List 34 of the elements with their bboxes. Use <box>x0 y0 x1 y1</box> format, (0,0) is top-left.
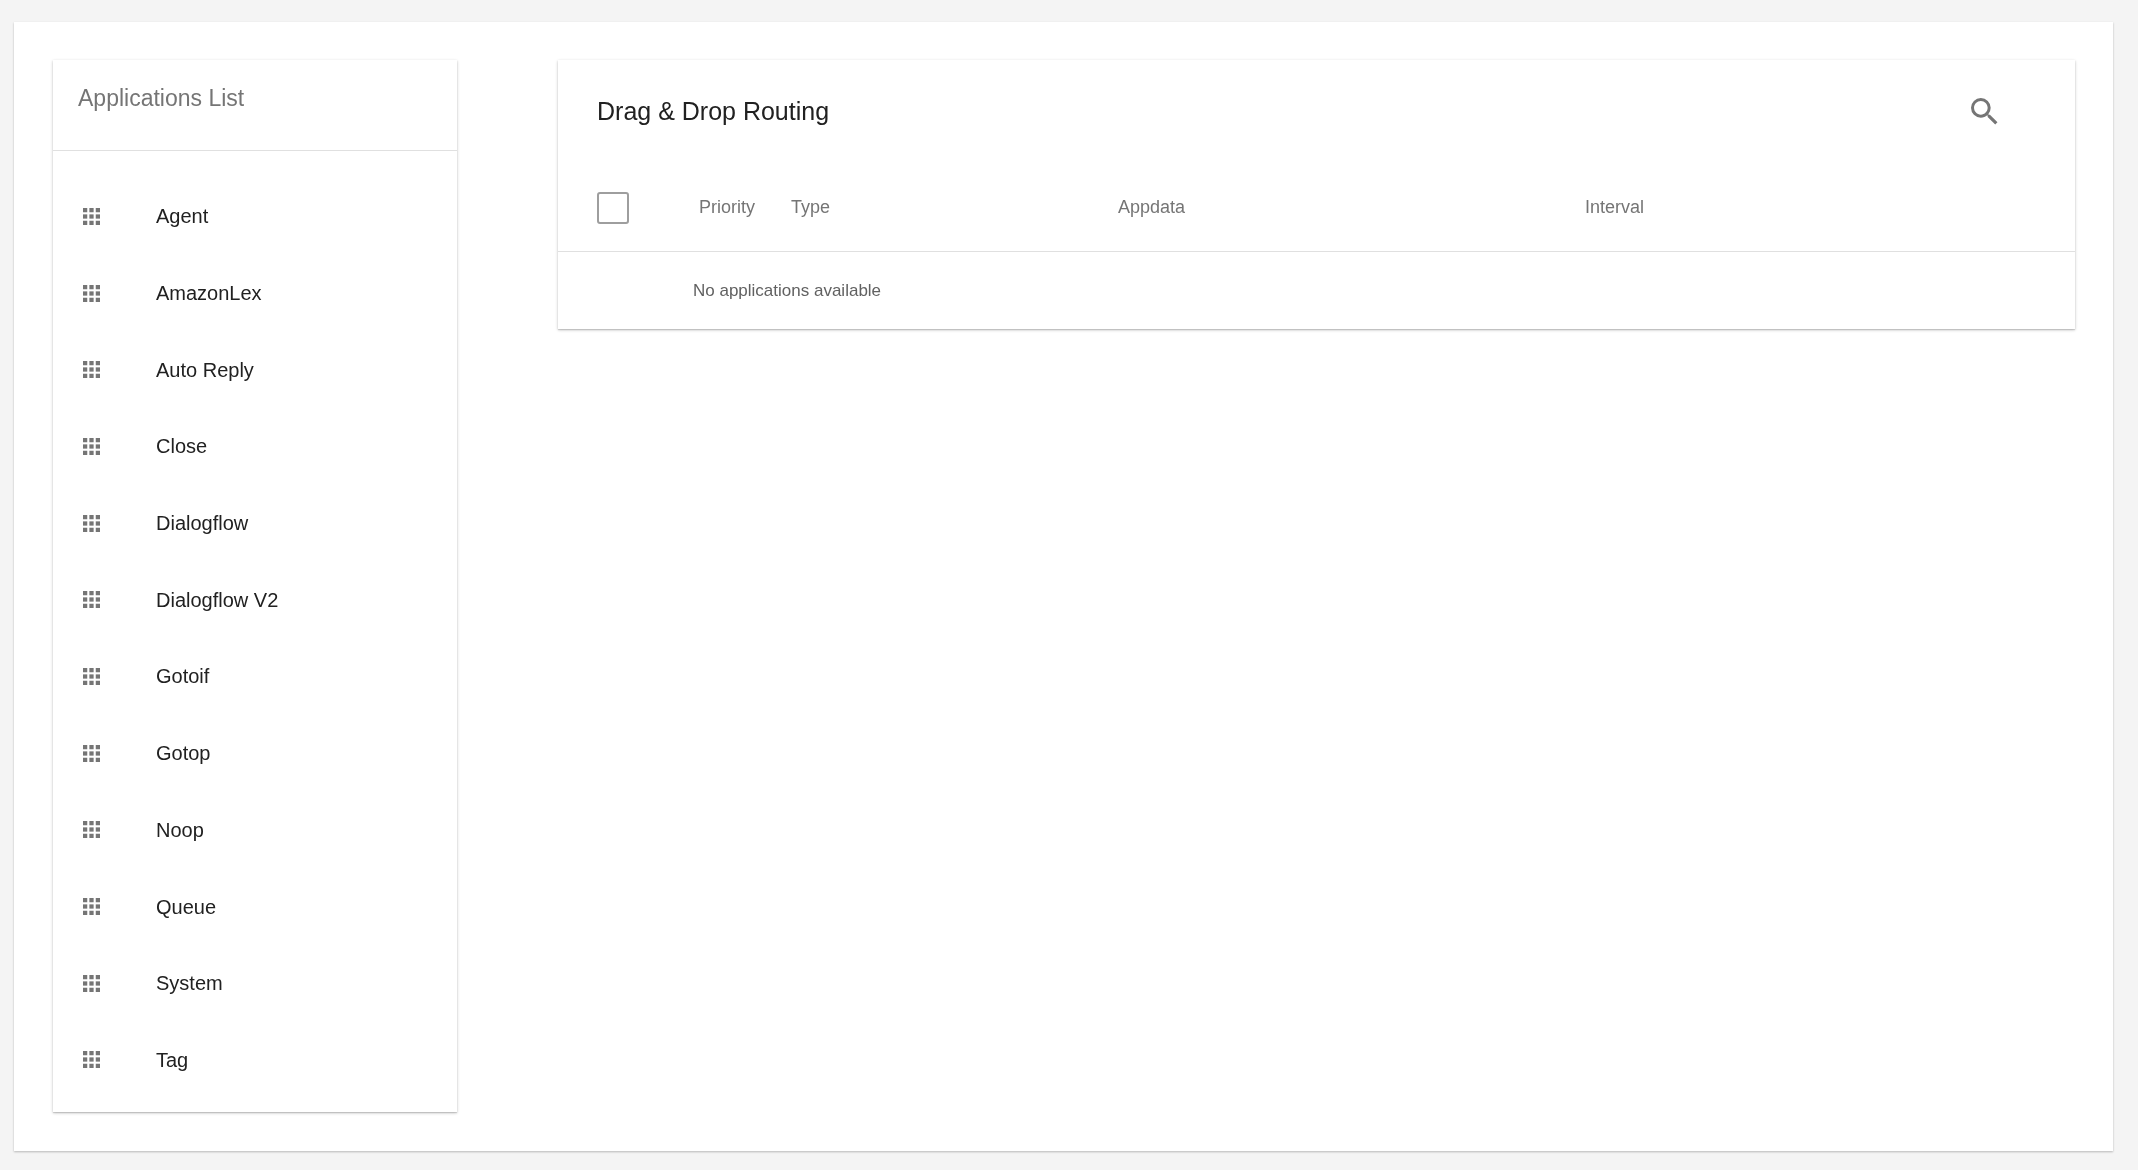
application-item[interactable]: System <box>53 944 457 1022</box>
grid-icon <box>83 667 100 685</box>
panel-title: Applications List <box>78 83 245 113</box>
column-header: Priority <box>699 196 755 219</box>
application-item[interactable]: Noop <box>53 791 457 869</box>
search-icon <box>1971 98 1999 126</box>
column-header: Appdata <box>1118 196 1186 219</box>
grid-icon <box>83 361 100 379</box>
grid-icon <box>83 514 100 532</box>
grid-icon <box>83 898 100 916</box>
grid-icon <box>83 821 100 839</box>
panel-title: Drag & Drop Routing <box>597 96 830 128</box>
application-item[interactable]: Dialogflow <box>53 484 457 562</box>
grid-icon <box>83 1051 100 1069</box>
application-item[interactable]: Dialogflow V2 <box>53 561 457 639</box>
search-button[interactable] <box>1971 98 1999 126</box>
application-item[interactable]: AmazonLex <box>53 254 457 332</box>
application-item[interactable]: Gotoif <box>53 638 457 715</box>
application-item[interactable]: Agent <box>53 178 457 255</box>
grid-icon <box>83 207 100 225</box>
column-header: Interval <box>1585 196 1645 219</box>
grid-icon <box>83 437 100 455</box>
grid-icon <box>83 744 100 762</box>
select-all-checkbox[interactable] <box>597 191 629 224</box>
grid-icon <box>83 974 100 992</box>
application-item[interactable]: Close <box>53 408 457 485</box>
application-item[interactable]: Tag <box>53 1021 457 1099</box>
application-item[interactable]: Gotop <box>53 714 457 792</box>
application-item[interactable]: Queue <box>53 868 457 945</box>
grid-icon <box>83 284 100 302</box>
grid-icon <box>83 591 100 609</box>
application-item[interactable]: Auto Reply <box>53 331 457 409</box>
empty-message: No applications available <box>693 279 882 302</box>
column-header: Type <box>791 196 831 219</box>
